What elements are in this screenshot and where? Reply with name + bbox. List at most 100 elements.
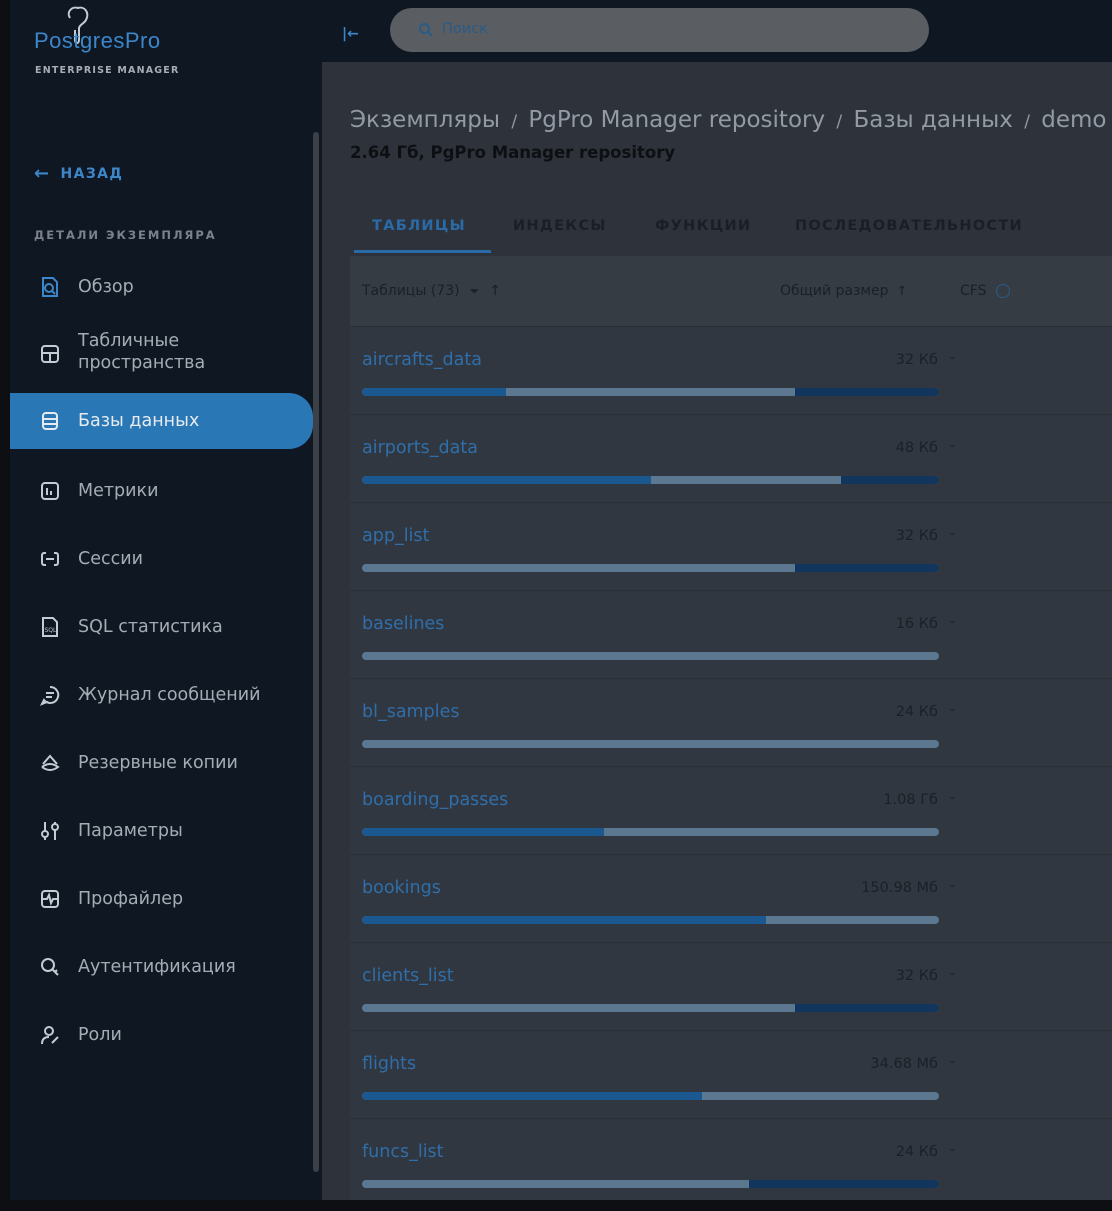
sort-icon[interactable]: ↑ (896, 284, 907, 299)
table-cfs: - (950, 438, 956, 454)
sidebar-scrollbar[interactable] (313, 132, 319, 1172)
table-cfs: - (950, 790, 956, 806)
table-row[interactable]: bl_samples 24 Кб - (350, 678, 1112, 767)
table-name-link[interactable]: airports_data (362, 438, 478, 458)
table-size: 34.68 Мб (870, 1056, 938, 1072)
info-icon[interactable] (996, 284, 1011, 298)
size-bar (362, 916, 939, 924)
column-header-name[interactable]: Таблицы (73) ⏷ ↑ (362, 283, 501, 299)
table-row[interactable]: flights 34.68 Мб - (350, 1030, 1112, 1119)
size-bar (362, 564, 939, 572)
breadcrumb-databases[interactable]: Базы данных (853, 107, 1012, 133)
size-bar-segment-data (362, 1092, 702, 1100)
sidebar-item-metrics[interactable]: Метрики (10, 474, 313, 508)
app-logo[interactable]: PostgresPro (34, 28, 161, 54)
breadcrumb-instances[interactable]: Экземпляры (350, 107, 500, 133)
overview-icon (38, 275, 62, 299)
sidebar-item-roles[interactable]: Роли (10, 1018, 313, 1052)
parameters-icon (38, 819, 62, 843)
window-frame-bottom (0, 1200, 1112, 1211)
back-label: НАЗАД (60, 165, 124, 182)
sidebar-item-backups[interactable]: Резервные копии (10, 746, 313, 780)
sidebar-item-databases[interactable]: Базы данных (10, 393, 313, 449)
breadcrumb-separator: / (1024, 112, 1030, 132)
table-size: 32 Кб (895, 352, 938, 368)
size-bar-segment-data (362, 388, 506, 396)
sidebar-item-label: Обзор (78, 277, 134, 297)
back-button[interactable]: ← НАЗАД (34, 163, 123, 184)
table-name-link[interactable]: aircrafts_data (362, 350, 482, 370)
table-row[interactable]: bookings 150.98 Мб - (350, 854, 1112, 943)
table-row[interactable]: funcs_list 24 Кб - (350, 1118, 1112, 1207)
sidebar-item-label: Сессии (78, 549, 143, 569)
table-name-link[interactable]: app_list (362, 526, 429, 546)
table-cfs: - (950, 966, 956, 982)
size-bar (362, 1180, 939, 1188)
collapse-sidebar-icon[interactable]: |← (342, 26, 359, 42)
sidebar-item-label: Метрики (78, 481, 159, 501)
table-name-link[interactable]: bookings (362, 878, 441, 898)
table-row[interactable]: aircrafts_data 32 Кб - (350, 326, 1112, 415)
table-name-link[interactable]: bl_samples (362, 702, 459, 722)
size-bar (362, 476, 939, 484)
breadcrumb-current: demo (1041, 107, 1107, 133)
size-bar (362, 740, 939, 748)
filter-icon[interactable]: ⏷ (470, 284, 480, 299)
size-bar (362, 828, 939, 836)
sidebar-item-parameters[interactable]: Параметры (10, 814, 313, 848)
table-size: 24 Кб (895, 1144, 938, 1160)
sidebar-item-sql-stats[interactable]: SQL SQL статистика (10, 610, 313, 644)
size-bar (362, 388, 939, 396)
sidebar-item-authentication[interactable]: Аутентификация (10, 950, 313, 984)
sidebar-item-profiler[interactable]: Профайлер (10, 882, 313, 916)
tab-functions[interactable]: ФУНКЦИИ (655, 218, 751, 234)
active-tab-indicator (354, 250, 491, 253)
tab-sequences[interactable]: ПОСЛЕДОВАТЕЛЬНОСТИ (795, 218, 1023, 234)
table-size: 48 Кб (895, 440, 938, 456)
column-header-label: CFS (960, 283, 987, 299)
tab-tables[interactable]: ТАБЛИЦЫ (372, 218, 466, 234)
authentication-icon (38, 955, 62, 979)
table-name-link[interactable]: baselines (362, 614, 444, 634)
sidebar-item-sessions[interactable]: Сессии (10, 542, 313, 576)
table-name-link[interactable]: clients_list (362, 966, 454, 986)
breadcrumb-instance[interactable]: PgPro Manager repository (528, 107, 825, 133)
table-cfs: - (950, 526, 956, 542)
table-row[interactable]: airports_data 48 Кб - (350, 414, 1112, 503)
message-log-icon (38, 683, 62, 707)
sidebar-item-tablespaces[interactable]: Табличные пространства (10, 330, 313, 378)
table-size: 32 Кб (895, 968, 938, 984)
table-name-link[interactable]: funcs_list (362, 1142, 444, 1162)
sidebar-item-label: Базы данных (78, 411, 200, 431)
sidebar-item-label: Журнал сообщений (78, 685, 261, 705)
sort-asc-icon[interactable]: ↑ (489, 283, 501, 299)
sidebar-item-message-log[interactable]: Журнал сообщений (10, 678, 313, 712)
column-header-label: Общий размер (780, 283, 889, 299)
table-row[interactable]: boarding_passes 1.08 Гб - (350, 766, 1112, 855)
roles-icon (38, 1023, 62, 1047)
table-name-link[interactable]: flights (362, 1054, 416, 1074)
table-row[interactable]: app_list 32 Кб - (350, 502, 1112, 591)
tables-table: Таблицы (73) ⏷ ↑ Общий размер ↑ CFS airc… (350, 256, 1112, 1207)
sidebar-item-label: SQL статистика (78, 617, 223, 637)
size-bar (362, 652, 939, 660)
table-row[interactable]: baselines 16 Кб - (350, 590, 1112, 679)
table-header: Таблицы (73) ⏷ ↑ Общий размер ↑ CFS (350, 256, 1112, 327)
sidebar-item-overview[interactable]: Обзор (10, 270, 313, 304)
column-header-cfs[interactable]: CFS (960, 283, 1011, 299)
table-cfs: - (950, 614, 956, 630)
sidebar-item-label: Роли (78, 1025, 122, 1045)
app-logo-subtitle: ENTERPRISE MANAGER (35, 65, 180, 76)
table-row[interactable]: clients_list 32 Кб - (350, 942, 1112, 1031)
search-input[interactable]: Поиск (390, 8, 929, 52)
size-bar-segment-other (795, 388, 939, 396)
page-subtitle: 2.64 Гб, PgPro Manager repository (350, 143, 676, 162)
table-size: 24 Кб (895, 704, 938, 720)
table-name-link[interactable]: boarding_passes (362, 790, 508, 810)
app-window: PostgresPro ENTERPRISE MANAGER ← НАЗАД Д… (0, 0, 1112, 1211)
backup-icon (38, 751, 62, 775)
breadcrumb-separator: / (511, 112, 518, 132)
tab-indexes[interactable]: ИНДЕКСЫ (513, 218, 607, 234)
sidebar-item-label: Аутентификация (78, 957, 236, 977)
column-header-size[interactable]: Общий размер ↑ (780, 283, 907, 299)
